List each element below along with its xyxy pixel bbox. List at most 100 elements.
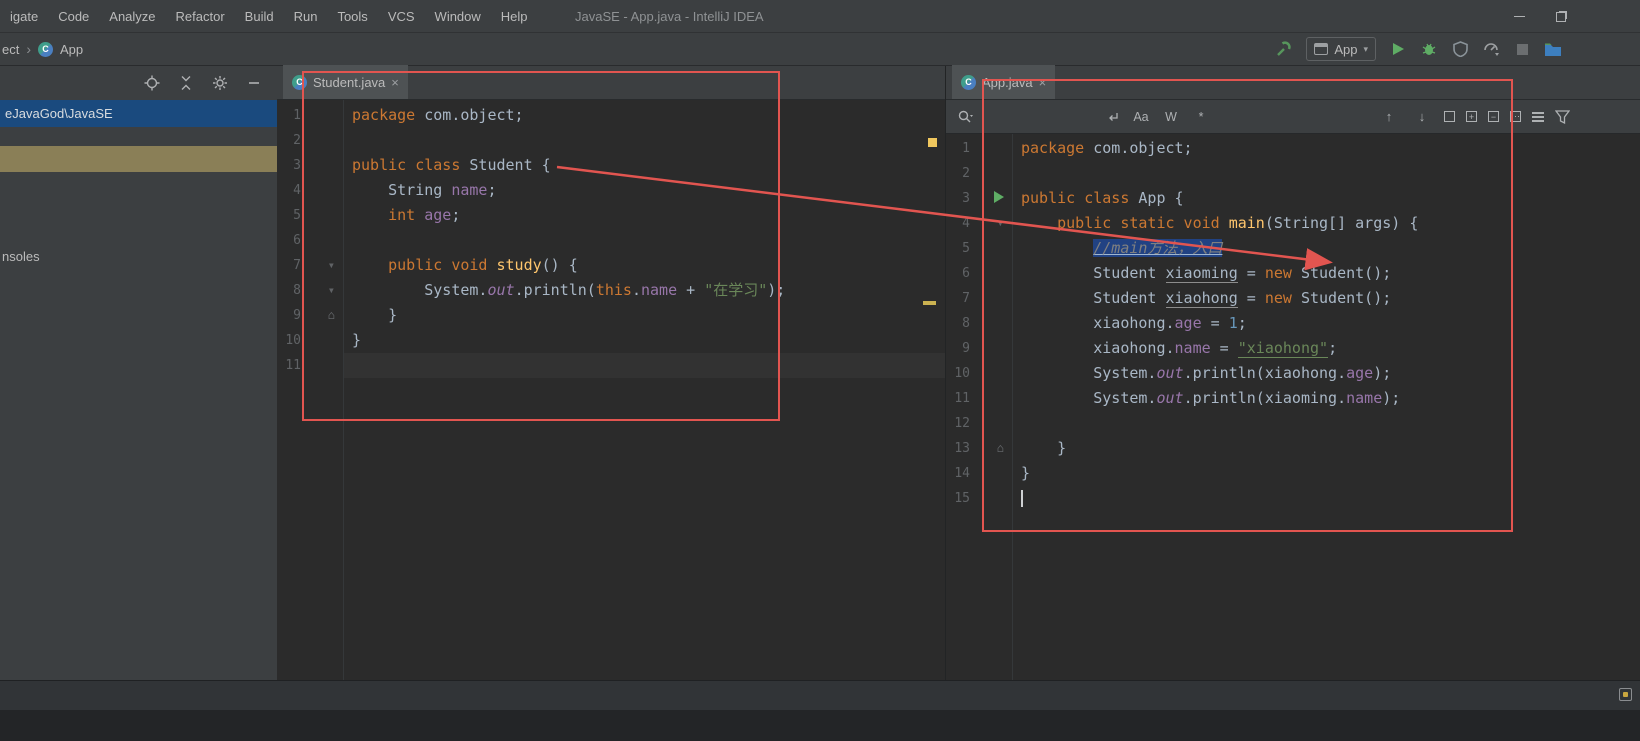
run-configuration-selector[interactable]: App ▾ bbox=[1306, 37, 1376, 61]
project-structure-button[interactable] bbox=[1544, 40, 1562, 58]
select-all-occurrences-button[interactable] bbox=[1444, 111, 1455, 122]
search-icon[interactable] bbox=[954, 106, 976, 128]
multiline-search-icon[interactable] bbox=[1102, 106, 1124, 128]
filter-results-button[interactable] bbox=[1555, 109, 1570, 124]
next-occurrence-button[interactable]: ↓ bbox=[1411, 106, 1433, 128]
code-text[interactable]: String name; bbox=[343, 178, 946, 203]
fold-open-icon[interactable]: ▾ bbox=[970, 211, 1012, 236]
menu-igate[interactable]: igate bbox=[0, 0, 48, 33]
selection-options-button[interactable]: ⋯ bbox=[1510, 111, 1521, 122]
code-line-13[interactable]: 13 ⌂ } bbox=[946, 436, 1640, 461]
code-text[interactable]: Student xiaohong = new Student(); bbox=[1012, 286, 1640, 311]
code-text[interactable]: System.out.println(xiaohong.age); bbox=[1012, 361, 1640, 386]
code-text[interactable] bbox=[1012, 161, 1640, 186]
code-line-3[interactable]: 3 public class Student { bbox=[277, 153, 946, 178]
code-text[interactable] bbox=[1012, 411, 1640, 436]
menu-vcs[interactable]: VCS bbox=[378, 0, 425, 33]
close-tab-icon[interactable]: × bbox=[391, 76, 399, 89]
code-line-11[interactable]: 11 bbox=[277, 353, 946, 378]
code-text[interactable]: xiaohong.age = 1; bbox=[1012, 311, 1640, 336]
code-line-7[interactable]: 7 ▾ public void study() { bbox=[277, 253, 946, 278]
run-button[interactable] bbox=[1389, 40, 1407, 58]
code-line-6[interactable]: 6 Student xiaoming = new Student(); bbox=[946, 261, 1640, 286]
code-line-4[interactable]: 4 ▾ public static void main(String[] args… bbox=[946, 211, 1640, 236]
run-gutter-icon[interactable] bbox=[970, 186, 1012, 211]
match-case-toggle[interactable]: Aa bbox=[1128, 108, 1154, 126]
code-text[interactable]: Student xiaoming = new Student(); bbox=[1012, 261, 1640, 286]
code-text[interactable]: } bbox=[1012, 461, 1640, 486]
code-line-7[interactable]: 7 Student xiaohong = new Student(); bbox=[946, 286, 1640, 311]
code-line-8[interactable]: 8 ▾ System.out.println(this.name + "在学习")… bbox=[277, 278, 946, 303]
menu-build[interactable]: Build bbox=[235, 0, 284, 33]
remove-selection-button[interactable]: − bbox=[1488, 111, 1499, 122]
breadcrumb-project[interactable]: ect bbox=[2, 42, 19, 57]
stop-button[interactable] bbox=[1513, 40, 1531, 58]
code-text[interactable] bbox=[1012, 486, 1640, 511]
code-line-10[interactable]: 10 System.out.println(xiaohong.age); bbox=[946, 361, 1640, 386]
code-text[interactable]: public class Student { bbox=[343, 153, 946, 178]
menu-window[interactable]: Window bbox=[425, 0, 491, 33]
menu-refactor[interactable]: Refactor bbox=[166, 0, 235, 33]
code-line-8[interactable]: 8 xiaohong.age = 1; bbox=[946, 311, 1640, 336]
code-line-3[interactable]: 3 public class App { bbox=[946, 186, 1640, 211]
fold-close-icon[interactable]: ⌂ bbox=[970, 436, 1012, 461]
code-text[interactable]: package com.object; bbox=[343, 103, 946, 128]
code-text[interactable] bbox=[343, 353, 946, 378]
run-with-coverage-button[interactable] bbox=[1451, 40, 1469, 58]
close-tab-icon[interactable]: × bbox=[1039, 76, 1047, 89]
maximize-button[interactable] bbox=[1540, 0, 1582, 33]
code-text[interactable]: xiaohong.name = "xiaohong"; bbox=[1012, 336, 1640, 361]
warning-stripe-marker[interactable] bbox=[928, 138, 937, 147]
consoles-label[interactable]: nsoles bbox=[2, 249, 40, 264]
hide-panel-button[interactable] bbox=[246, 75, 262, 91]
code-line-12[interactable]: 12 bbox=[946, 411, 1640, 436]
menu-code[interactable]: Code bbox=[48, 0, 99, 33]
code-text[interactable]: System.out.println(xiaoming.name); bbox=[1012, 386, 1640, 411]
fold-open-icon[interactable]: ▾ bbox=[301, 278, 343, 303]
code-line-2[interactable]: 2 bbox=[277, 128, 946, 153]
code-line-5[interactable]: 5 //main方法，入口 bbox=[946, 236, 1640, 261]
build-project-button[interactable] bbox=[1275, 40, 1293, 58]
code-line-9[interactable]: 9 xiaohong.name = "xiaohong"; bbox=[946, 336, 1640, 361]
search-options-button[interactable] bbox=[1532, 111, 1544, 122]
project-tree-selected-item[interactable]: eJavaGod\JavaSE bbox=[0, 100, 277, 127]
tab-app-java[interactable]: C App.java × bbox=[952, 65, 1056, 99]
code-line-11[interactable]: 11 System.out.println(xiaoming.name); bbox=[946, 386, 1640, 411]
code-text[interactable]: //main方法，入口 bbox=[1012, 236, 1640, 261]
breadcrumb-app[interactable]: App bbox=[60, 42, 83, 57]
locate-file-button[interactable] bbox=[144, 75, 160, 91]
code-line-2[interactable]: 2 bbox=[946, 161, 1640, 186]
add-selection-button[interactable]: + bbox=[1466, 111, 1477, 122]
fold-close-icon[interactable]: ⌂ bbox=[301, 303, 343, 328]
code-text[interactable]: } bbox=[343, 303, 946, 328]
tab-student-java[interactable]: C Student.java × bbox=[283, 65, 408, 99]
code-text[interactable]: package com.object; bbox=[1012, 136, 1640, 161]
minimize-button[interactable] bbox=[1498, 0, 1540, 33]
code-line-6[interactable]: 6 bbox=[277, 228, 946, 253]
menu-tools[interactable]: Tools bbox=[327, 0, 377, 33]
panel-settings-button[interactable] bbox=[212, 75, 228, 91]
code-line-5[interactable]: 5 int age; bbox=[277, 203, 946, 228]
code-text[interactable]: public void study() { bbox=[343, 253, 946, 278]
words-toggle[interactable]: W bbox=[1158, 108, 1184, 126]
code-line-15[interactable]: 15 bbox=[946, 486, 1640, 511]
collapse-all-button[interactable] bbox=[178, 75, 194, 91]
code-text[interactable]: public static void main(String[] args) { bbox=[1012, 211, 1640, 236]
code-line-1[interactable]: 1 package com.object; bbox=[277, 103, 946, 128]
fold-open-icon[interactable]: ▾ bbox=[301, 253, 343, 278]
code-line-1[interactable]: 1 package com.object; bbox=[946, 136, 1640, 161]
warning-line-marker[interactable] bbox=[923, 301, 936, 305]
debug-button[interactable] bbox=[1420, 40, 1438, 58]
regex-toggle[interactable]: * bbox=[1188, 108, 1214, 126]
editor-splitter[interactable] bbox=[945, 66, 946, 680]
project-tree-highlight-row[interactable] bbox=[0, 146, 277, 172]
prev-occurrence-button[interactable]: ↑ bbox=[1378, 106, 1400, 128]
event-log-icon[interactable] bbox=[1619, 688, 1632, 701]
search-input[interactable] bbox=[980, 105, 1098, 129]
code-line-14[interactable]: 14} bbox=[946, 461, 1640, 486]
code-text[interactable]: public class App { bbox=[1012, 186, 1640, 211]
menu-help[interactable]: Help bbox=[491, 0, 538, 33]
menu-analyze[interactable]: Analyze bbox=[99, 0, 165, 33]
profiler-button[interactable] bbox=[1482, 40, 1500, 58]
code-text[interactable]: System.out.println(this.name + "在学习"); bbox=[343, 278, 946, 303]
